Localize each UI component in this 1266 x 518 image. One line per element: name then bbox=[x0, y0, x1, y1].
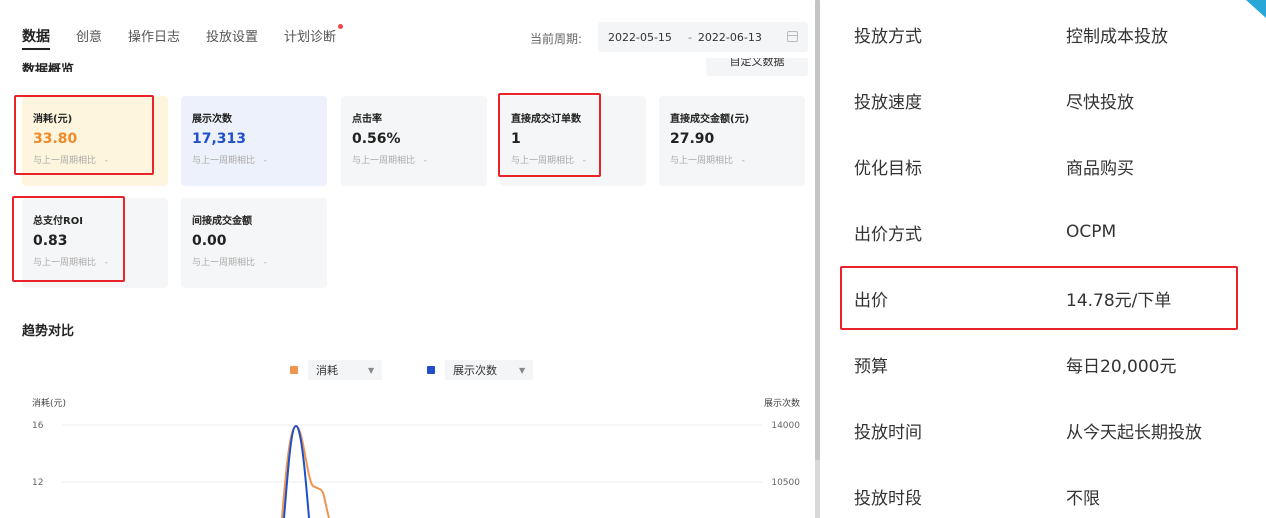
setting-value: 从今天起长期投放 bbox=[1066, 422, 1202, 443]
metric-card-indirect-gmv[interactable]: 间接成交金额 0.00 与上一周期相比 - bbox=[181, 198, 327, 288]
setting-row-delivery-period: 投放时段 不限 bbox=[820, 476, 1266, 516]
settings-panel: 投放方式 控制成本投放 投放速度 尽快投放 优化目标 商品购买 出价方式 OCPM 出价… bbox=[820, 0, 1266, 518]
setting-row-bid: 出价 14.78元/下单 bbox=[820, 278, 1266, 318]
setting-key: 投放时间 bbox=[854, 422, 922, 443]
right-tick: 14000 bbox=[771, 421, 800, 431]
left-axis-label: 消耗(元) bbox=[32, 397, 66, 409]
legend-item-impressions[interactable]: 展示次数 ▼ bbox=[427, 360, 534, 380]
data-panel: 数据 创意 操作日志 投放设置 计划诊断 当前周期: 2022-05-15 - … bbox=[0, 0, 815, 518]
setting-value: 控制成本投放 bbox=[1066, 26, 1168, 47]
left-tick: 12 bbox=[32, 478, 43, 488]
custom-data-button[interactable]: 自定义数据 bbox=[706, 58, 808, 76]
metric-compare: 与上一周期相比 - bbox=[352, 156, 427, 166]
notification-dot bbox=[338, 24, 344, 29]
date-separator: - bbox=[687, 30, 692, 44]
tab-operation-log[interactable]: 操作日志 bbox=[128, 26, 180, 52]
setting-value: 14.78元/下单 bbox=[1066, 290, 1172, 311]
metric-value: 0.56% bbox=[352, 131, 401, 147]
metric-label: 直接成交订单数 bbox=[511, 114, 581, 125]
metric-value: 0.83 bbox=[33, 233, 68, 249]
right-tick: 10500 bbox=[771, 478, 800, 488]
legend-item-spend[interactable]: 消耗 ▼ bbox=[290, 360, 383, 380]
tab-label: 操作日志 bbox=[128, 30, 181, 45]
metric-compare: 与上一周期相比 - bbox=[670, 156, 745, 166]
setting-row-bid-method: 出价方式 OCPM bbox=[820, 212, 1266, 252]
setting-value: 每日20,000元 bbox=[1066, 356, 1177, 377]
setting-row-delivery-mode: 投放方式 控制成本投放 bbox=[820, 14, 1266, 54]
metric-value: 33.80 bbox=[33, 131, 78, 147]
setting-key: 预算 bbox=[854, 356, 888, 377]
setting-key: 出价方式 bbox=[854, 224, 922, 245]
metric-label: 展示次数 bbox=[192, 114, 232, 125]
left-tick: 16 bbox=[32, 421, 44, 431]
setting-row-delivery-speed: 投放速度 尽快投放 bbox=[820, 80, 1266, 120]
setting-value: OCPM bbox=[1066, 222, 1117, 242]
metric-label: 直接成交金额(元) bbox=[670, 114, 750, 125]
setting-value: 不限 bbox=[1066, 488, 1100, 509]
calendar-icon bbox=[787, 31, 798, 42]
metric-compare: 与上一周期相比 - bbox=[192, 156, 267, 166]
tab-creative[interactable]: 创意 bbox=[76, 26, 102, 52]
trend-title: 趋势对比 bbox=[22, 324, 75, 339]
tab-label: 投放设置 bbox=[206, 30, 259, 45]
legend-swatch bbox=[290, 366, 298, 374]
setting-value: 尽快投放 bbox=[1066, 92, 1134, 113]
setting-key: 投放速度 bbox=[854, 92, 922, 113]
tab-data[interactable]: 数据 bbox=[22, 26, 50, 52]
metric-card-ctr[interactable]: 点击率 0.56% 与上一周期相比 - bbox=[341, 96, 487, 186]
tab-label: 计划诊断 bbox=[284, 30, 337, 45]
dropdown-arrow-icon: ▼ bbox=[368, 365, 375, 375]
setting-key: 出价 bbox=[854, 290, 888, 311]
date-range-picker[interactable]: 2022-05-15 - 2022-06-13 bbox=[598, 22, 808, 52]
legend-swatch bbox=[427, 366, 435, 374]
metric-label: 点击率 bbox=[352, 114, 382, 125]
overview-title: 数据概览 bbox=[22, 63, 75, 72]
setting-key: 投放方式 bbox=[854, 26, 922, 47]
setting-value: 商品购买 bbox=[1066, 158, 1134, 179]
tab-label: 数据 bbox=[22, 29, 50, 45]
metric-value: 1 bbox=[511, 131, 521, 147]
metric-card-impressions[interactable]: 展示次数 17,313 与上一周期相比 - bbox=[181, 96, 327, 186]
metric-value: 17,313 bbox=[192, 131, 247, 147]
metric-label: 间接成交金额 bbox=[192, 216, 252, 227]
metric-compare: 与上一周期相比 - bbox=[192, 258, 267, 268]
tab-bar: 数据 创意 操作日志 投放设置 计划诊断 bbox=[22, 24, 362, 52]
legend-label: 展示次数 bbox=[453, 364, 497, 377]
metric-card-spend[interactable]: 消耗(元) 33.80 与上一周期相比 - bbox=[22, 96, 168, 186]
metric-value: 27.90 bbox=[670, 131, 715, 147]
date-start: 2022-05-15 bbox=[608, 30, 672, 44]
setting-key: 投放时段 bbox=[854, 488, 922, 509]
legend-label: 消耗 bbox=[316, 364, 338, 377]
metric-compare: 与上一周期相比 - bbox=[33, 258, 108, 268]
metric-compare: 与上一周期相比 - bbox=[33, 156, 108, 166]
metric-card-roi[interactable]: 总支付ROI 0.83 与上一周期相比 - bbox=[22, 198, 168, 288]
trend-chart: 消耗(元) 展示次数 16 12 14000 10500 bbox=[32, 397, 800, 518]
setting-row-delivery-time: 投放时间 从今天起长期投放 bbox=[820, 410, 1266, 450]
metric-label: 总支付ROI bbox=[33, 216, 83, 227]
metric-compare: 与上一周期相比 - bbox=[511, 156, 586, 166]
setting-key: 优化目标 bbox=[854, 158, 922, 179]
series-select-spend[interactable]: 消耗 ▼ bbox=[308, 360, 383, 380]
setting-row-budget: 预算 每日20,000元 bbox=[820, 344, 1266, 384]
tab-plan-diagnosis[interactable]: 计划诊断 bbox=[284, 24, 344, 52]
setting-row-optimization-goal: 优化目标 商品购买 bbox=[820, 146, 1266, 186]
series-line-impressions bbox=[283, 424, 310, 518]
right-axis-label: 展示次数 bbox=[764, 397, 800, 409]
tab-delivery-settings[interactable]: 投放设置 bbox=[206, 26, 258, 52]
period-label: 当前周期: bbox=[530, 32, 583, 46]
date-end: 2022-06-13 bbox=[697, 30, 762, 44]
metric-card-direct-orders[interactable]: 直接成交订单数 1 与上一周期相比 - bbox=[500, 96, 646, 186]
metric-card-direct-gmv[interactable]: 直接成交金额(元) 27.90 与上一周期相比 - bbox=[659, 96, 805, 186]
tab-label: 创意 bbox=[76, 30, 103, 45]
metric-label: 消耗(元) bbox=[33, 114, 73, 125]
metric-value: 0.00 bbox=[192, 233, 227, 249]
series-select-impressions[interactable]: 展示次数 ▼ bbox=[445, 360, 534, 380]
dropdown-arrow-icon: ▼ bbox=[519, 365, 526, 375]
